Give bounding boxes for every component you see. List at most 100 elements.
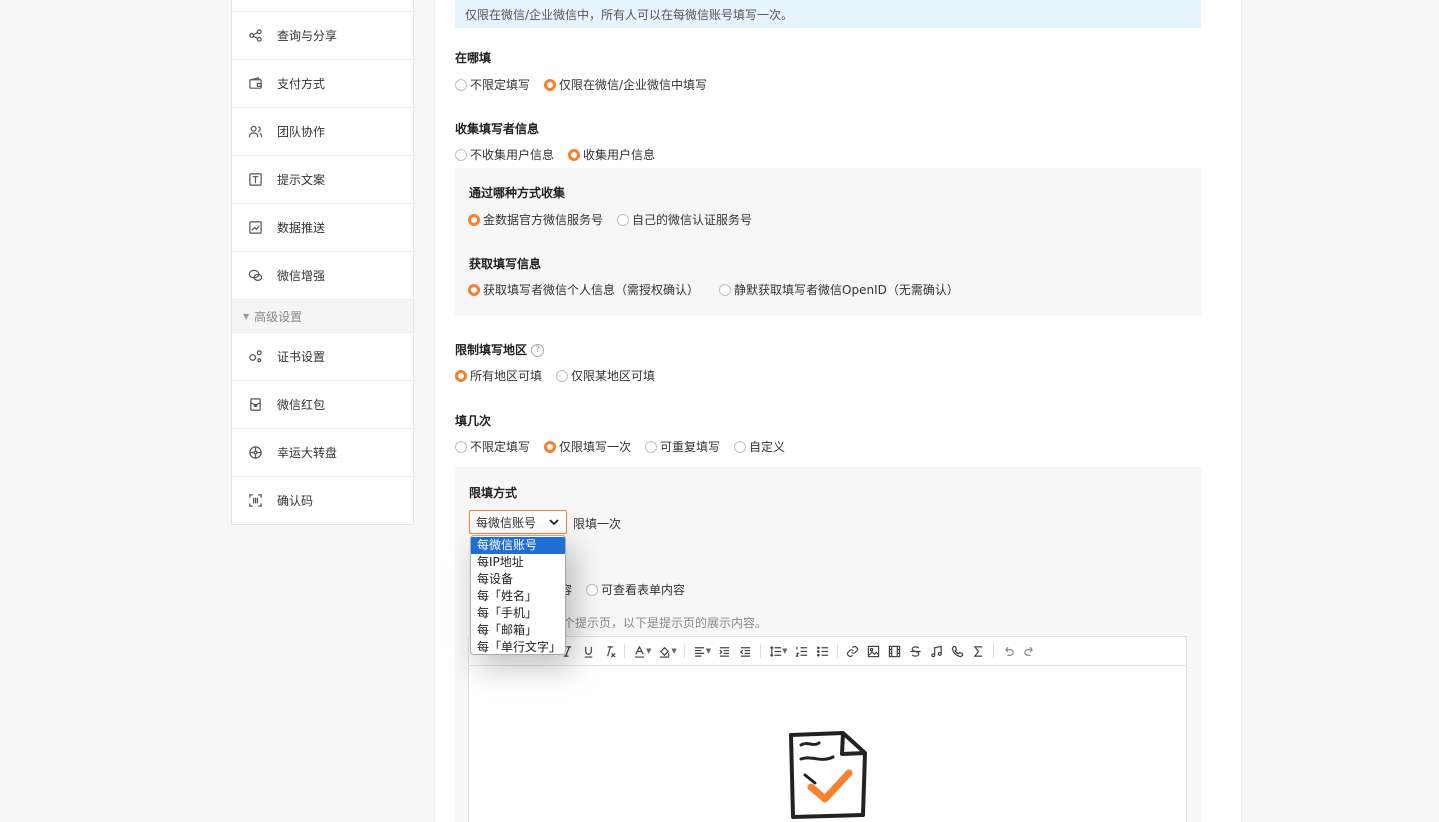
radio-circle <box>719 283 732 296</box>
where-option-unlimited[interactable]: 不限定填写 <box>455 76 530 93</box>
limit-after-text: 限填一次 <box>573 517 622 531</box>
red-packet-icon <box>247 397 263 413</box>
dropdown-option-device[interactable]: 每设备 <box>471 571 565 588</box>
dropdown-option-phone[interactable]: 每「手机」 <box>471 605 565 622</box>
where-option-wechat-only[interactable]: 仅限在微信/企业微信中填写 <box>544 76 707 93</box>
radio-label: 金数据官方微信服务号 <box>483 213 604 227</box>
sidebar-item-label: 团队协作 <box>277 125 326 139</box>
radio-circle <box>455 440 467 453</box>
wheel-icon <box>247 445 263 461</box>
region-option-all[interactable]: 所有地区可填 <box>455 367 542 384</box>
sidebar-item-query-share[interactable]: 查询与分享 <box>232 11 413 59</box>
caret-down-icon: ▼ <box>782 647 788 655</box>
help-icon[interactable]: ? <box>531 344 545 357</box>
sidebar-item-label: 确认码 <box>277 494 314 508</box>
radio-label: 仅限某地区可填 <box>571 369 656 383</box>
fetch-info-label: 获取填写信息 <box>469 257 542 271</box>
share-icon <box>247 28 263 44</box>
fetch-option-silent[interactable]: 静默获取填写者微信OpenID（无需确认） <box>719 281 959 298</box>
text-icon <box>247 172 263 188</box>
method-option-official[interactable]: 金数据官方微信服务号 <box>468 211 603 228</box>
image-icon[interactable] <box>863 641 884 661</box>
radio-label: 自己的微信认证服务号 <box>632 213 753 227</box>
underline-icon[interactable] <box>578 641 599 661</box>
sidebar-item-red-packet[interactable]: 微信红包 <box>232 380 413 428</box>
sidebar-item-tip-text[interactable]: 提示文案 <box>232 155 413 203</box>
radio-circle <box>645 440 658 453</box>
radio-circle-selected <box>544 78 557 91</box>
sidebar-item-payment[interactable]: 支付方式 <box>232 59 413 107</box>
dropdown-option-ip[interactable]: 每IP地址 <box>471 554 565 571</box>
sidebar-section-label: 高级设置 <box>254 309 303 324</box>
radio-label: 静默获取填写者微信OpenID（无需确认） <box>734 283 959 297</box>
sidebar-item-label: 微信增强 <box>277 269 326 283</box>
view-option-can-view[interactable]: 可查看表单内容 <box>586 581 685 598</box>
dropdown-option-single-line-text[interactable]: 每「单行文字」 <box>471 639 565 654</box>
dropdown-option-email[interactable]: 每「邮箱」 <box>471 622 565 639</box>
toolbar-divider <box>836 644 838 658</box>
radio-circle <box>734 440 747 453</box>
notice-banner: 仅限在微信/企业微信中，所有人可以在每微信账号填写一次。 <box>455 0 1201 28</box>
caret-down-icon: ▼ <box>671 647 677 655</box>
music-icon[interactable] <box>926 641 947 661</box>
wechat-icon <box>247 268 263 284</box>
document-check-icon <box>789 731 867 819</box>
chevron-down-icon <box>549 519 559 526</box>
caret-down-icon: ▼ <box>705 647 712 655</box>
redo-icon[interactable] <box>1019 641 1040 661</box>
sidebar-item-data-push[interactable]: 数据推送 <box>232 203 413 251</box>
region-option-specific[interactable]: 仅限某地区可填 <box>556 367 655 384</box>
undo-icon[interactable] <box>998 641 1019 661</box>
sidebar-item-lucky-wheel[interactable]: 幸运大转盘 <box>232 428 413 476</box>
fetch-option-auth[interactable]: 获取填写者微信个人信息（需授权确认） <box>468 281 699 298</box>
limit-method-select[interactable]: 每微信账号 <box>469 510 567 534</box>
outdent-icon[interactable] <box>735 641 756 661</box>
clear-format-icon[interactable] <box>599 641 620 661</box>
sidebar-top-stub <box>232 0 413 11</box>
where-label: 在哪填 <box>455 51 492 65</box>
caret-down-icon: ▼ <box>646 647 652 655</box>
editor-toolbar: ▼ ▼ ▼ ▼ <box>469 637 1186 666</box>
region-label: 限制填写地区 <box>455 343 528 357</box>
times-option-unlimited[interactable]: 不限定填写 <box>455 438 530 455</box>
collect-method-label: 通过哪种方式收集 <box>469 186 566 200</box>
sidebar-item-label: 提示文案 <box>277 173 326 187</box>
collect-option-yes[interactable]: 收集用户信息 <box>568 146 655 163</box>
radio-circle <box>455 78 467 91</box>
formula-icon[interactable] <box>968 641 989 661</box>
sidebar-item-confirm-code[interactable]: 确认码 <box>232 476 413 524</box>
wallet-icon <box>247 76 263 92</box>
sidebar-item-certificate[interactable]: 证书设置 <box>232 332 413 380</box>
video-icon[interactable] <box>884 641 905 661</box>
radio-label: 可查看表单内容 <box>601 583 686 597</box>
radio-label: 收集用户信息 <box>583 148 656 162</box>
rich-text-editor[interactable]: ▼ ▼ ▼ ▼ <box>468 636 1187 822</box>
strikethrough-icon[interactable] <box>905 641 926 661</box>
method-option-own[interactable]: 自己的微信认证服务号 <box>617 211 752 228</box>
dropdown-option-name[interactable]: 每「姓名」 <box>471 588 565 605</box>
indent-icon[interactable] <box>714 641 735 661</box>
sidebar-section-advanced[interactable]: ▼ 高级设置 <box>232 299 413 332</box>
bullet-list-icon[interactable] <box>812 641 833 661</box>
caret-down-icon: ▼ <box>243 311 250 321</box>
certificate-icon <box>247 349 263 365</box>
toolbar-divider <box>760 644 762 658</box>
times-option-once[interactable]: 仅限填写一次 <box>544 438 631 455</box>
times-option-custom[interactable]: 自定义 <box>734 438 785 455</box>
limit-method-label: 限填方式 <box>469 486 518 500</box>
radio-label: 不限定填写 <box>470 440 531 454</box>
radio-circle <box>455 148 467 161</box>
radio-label: 仅限在微信/企业微信中填写 <box>559 78 708 92</box>
select-value: 每微信账号 <box>476 515 537 530</box>
collect-option-no[interactable]: 不收集用户信息 <box>455 146 554 163</box>
ordered-list-icon[interactable] <box>791 641 812 661</box>
sidebar-item-wechat[interactable]: 微信增强 <box>232 251 413 299</box>
sidebar-item-label: 微信红包 <box>277 398 326 412</box>
sidebar-item-label: 证书设置 <box>277 350 326 364</box>
phone-icon[interactable] <box>947 641 968 661</box>
times-option-repeat[interactable]: 可重复填写 <box>645 438 720 455</box>
link-icon[interactable] <box>842 641 863 661</box>
dropdown-option-wechat-account[interactable]: 每微信账号 <box>471 537 565 554</box>
sidebar-item-team[interactable]: 团队协作 <box>232 107 413 155</box>
toolbar-divider <box>683 644 685 658</box>
